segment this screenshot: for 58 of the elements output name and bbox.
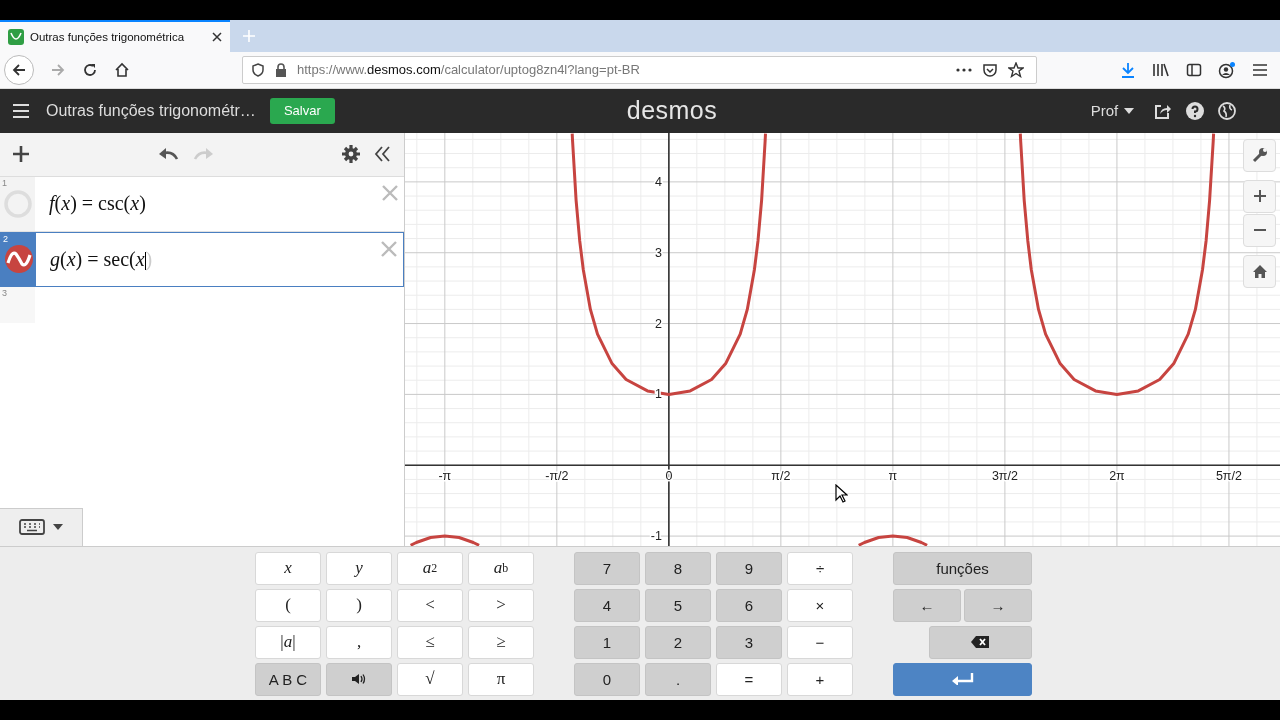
expression-formula[interactable]: g(x) = sec(x) xyxy=(50,247,153,271)
desmos-logo: desmos xyxy=(626,96,719,126)
keypad-key[interactable]: ≥ xyxy=(468,625,534,659)
keypad-key[interactable]: ≤ xyxy=(397,625,463,659)
tick-label: -π xyxy=(438,468,452,483)
tick-label: 4 xyxy=(654,174,662,189)
keypad-key[interactable]: √ xyxy=(397,662,463,696)
keypad-key[interactable]: = xyxy=(716,662,782,696)
graph-title[interactable]: Outras funções trigonométr… xyxy=(46,101,256,120)
expression-number: 3 xyxy=(2,287,7,298)
expression-number: 1 xyxy=(2,177,7,188)
keypad-key[interactable]: < xyxy=(397,588,463,622)
keypad-key[interactable]: 0 xyxy=(574,662,640,696)
keypad-key[interactable]: > xyxy=(468,588,534,622)
tab-title: Outras funções trigonométrica xyxy=(30,31,186,43)
keypad-key[interactable]: ) xyxy=(326,588,392,622)
user-menu[interactable]: Prof xyxy=(1090,102,1135,120)
keypad-key[interactable]: . xyxy=(645,662,711,696)
keypad-key[interactable]: 5 xyxy=(645,588,711,622)
url-text: https://www.desmos.com/calculator/uptog8zn4l?lang=pt-BR xyxy=(297,62,640,78)
keypad-key[interactable]: 8 xyxy=(645,551,711,585)
keypad-key[interactable]: ÷ xyxy=(787,551,853,585)
expression-formula[interactable]: f(x) = csc(x) xyxy=(49,192,146,216)
tick-label: 2π xyxy=(1109,468,1125,483)
tick-label: 2 xyxy=(654,316,662,331)
keypad-key[interactable]: π xyxy=(468,662,534,696)
keypad-key[interactable]: 4 xyxy=(574,588,640,622)
keypad-key[interactable]: A B C xyxy=(255,662,321,696)
tick-label: π/2 xyxy=(771,468,791,483)
keypad-key[interactable]: 2 xyxy=(645,625,711,659)
tick-label: π xyxy=(888,468,898,483)
tick-label: -π/2 xyxy=(545,468,569,483)
expression-row[interactable]: 2 g(x) = sec(x) xyxy=(0,231,404,287)
keypad-key[interactable]: 6 xyxy=(716,588,782,622)
keypad-key[interactable]: 9 xyxy=(716,551,782,585)
keypad-key[interactable]: + xyxy=(787,662,853,696)
address-bar[interactable]: https://www.desmos.com/calculator/uptog8zn4l?lang=pt-BR xyxy=(242,55,1037,84)
keypad-key[interactable]: × xyxy=(787,588,853,622)
keypad-key[interactable]: 1 xyxy=(574,625,640,659)
keypad-key[interactable]: , xyxy=(326,625,392,659)
keypad-key[interactable]: funções xyxy=(893,551,1032,585)
keypad-key[interactable]: − xyxy=(787,625,853,659)
tick-label: 3π/2 xyxy=(991,468,1018,483)
expression-row[interactable]: 3 xyxy=(0,286,404,323)
tick-label: 5π/2 xyxy=(1215,468,1242,483)
keypad-key[interactable]: ← xyxy=(893,588,961,622)
keypad-key[interactable]: 7 xyxy=(574,551,640,585)
browser-tab[interactable]: Outras funções trigonométrica xyxy=(0,20,230,52)
keypad-key[interactable]: y xyxy=(326,551,392,585)
keypad-key[interactable]: |a| xyxy=(255,625,321,659)
keypad-key[interactable]: x xyxy=(255,551,321,585)
tick-label: 3 xyxy=(654,245,662,260)
tick-label: -1 xyxy=(650,528,662,543)
keypad-key[interactable]: 3 xyxy=(716,625,782,659)
expression-row[interactable]: 1 f(x) = csc(x) xyxy=(0,176,404,232)
keypad-key[interactable]: → xyxy=(964,588,1032,622)
expression-number: 2 xyxy=(3,233,8,244)
keypad-key[interactable]: ( xyxy=(255,588,321,622)
